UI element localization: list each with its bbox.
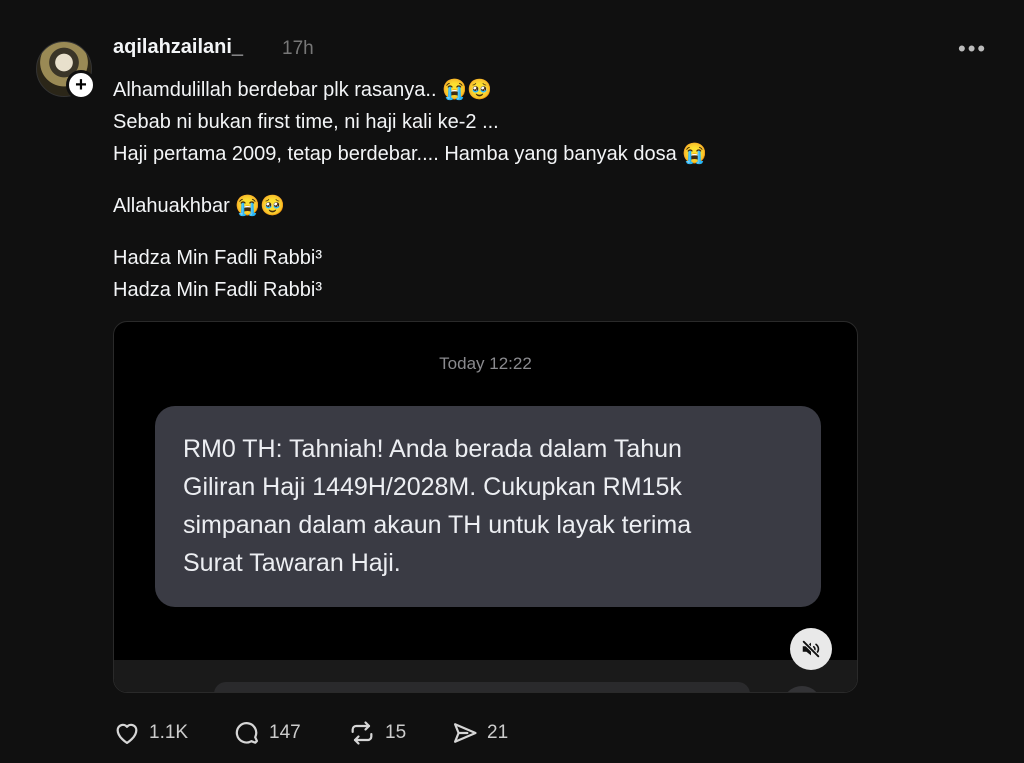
video-media[interactable]: Today 12:22 RM0 TH: Tahniah! Anda berada… [113,321,858,693]
caption-line: Allahuakhbar 😭🥹 [113,195,286,217]
comment-count: 147 [269,722,301,743]
post-time[interactable]: 17h [282,38,314,60]
sms-message: RM0 TH: Tahniah! Anda berada dalam Tahun… [183,430,795,582]
sms-message-line: simpanan dalam akaun TH untuk layak teri… [183,511,692,539]
repost-button[interactable]: 15 [347,719,406,747]
sms-message-line: Surat Tawaran Haji. [183,549,401,577]
sms-message-line: Giliran Haji 1449H/2028M. Cukupkan RM15k [183,473,682,501]
caption-line: Hadza Min Fadli Rabbi³ [113,279,322,301]
comment-button[interactable]: 147 [233,719,301,747]
share-button[interactable]: 21 [451,719,508,747]
repost-icon [351,721,373,745]
comment-icon [235,722,259,744]
follow-plus-icon[interactable]: + [66,70,96,100]
heart-icon [116,723,138,745]
caption-line: Hadza Min Fadli Rabbi³ [113,247,322,269]
share-count: 21 [487,722,509,743]
more-options-icon[interactable]: ••• [958,36,987,62]
sms-message-line: RM0 TH: Tahniah! Anda berada dalam Tahun [183,435,682,463]
media-bottom-bar [114,660,857,692]
sms-bubble: RM0 TH: Tahniah! Anda berada dalam Tahun… [155,406,821,607]
avatar-container[interactable]: + [36,41,96,100]
repost-count: 15 [385,722,407,743]
speaker-muted-icon [802,640,820,658]
username[interactable]: aqilahzailani_ [113,36,243,59]
caption-line: Haji pertama 2009, tetap berdebar.... Ha… [113,143,708,165]
share-icon [453,723,477,743]
media-input-shape [214,682,750,692]
post-caption: Alhamdulillah berdebar plk rasanya.. 😭🥹 … [113,74,973,306]
threads-post: + aqilahzailani_ 17h ••• Alhamdulillah b… [0,0,1024,763]
sms-timestamp: Today 12:22 [439,354,532,373]
caption-line: Alhamdulillah berdebar plk rasanya.. 😭🥹 [113,79,492,101]
mute-button[interactable] [790,628,832,670]
caption-line: Sebab ni bukan first time, ni haji kali … [113,111,499,133]
like-count: 1.1K [149,722,189,743]
like-button[interactable]: 1.1K [113,719,188,747]
media-circle-shape [782,686,822,692]
